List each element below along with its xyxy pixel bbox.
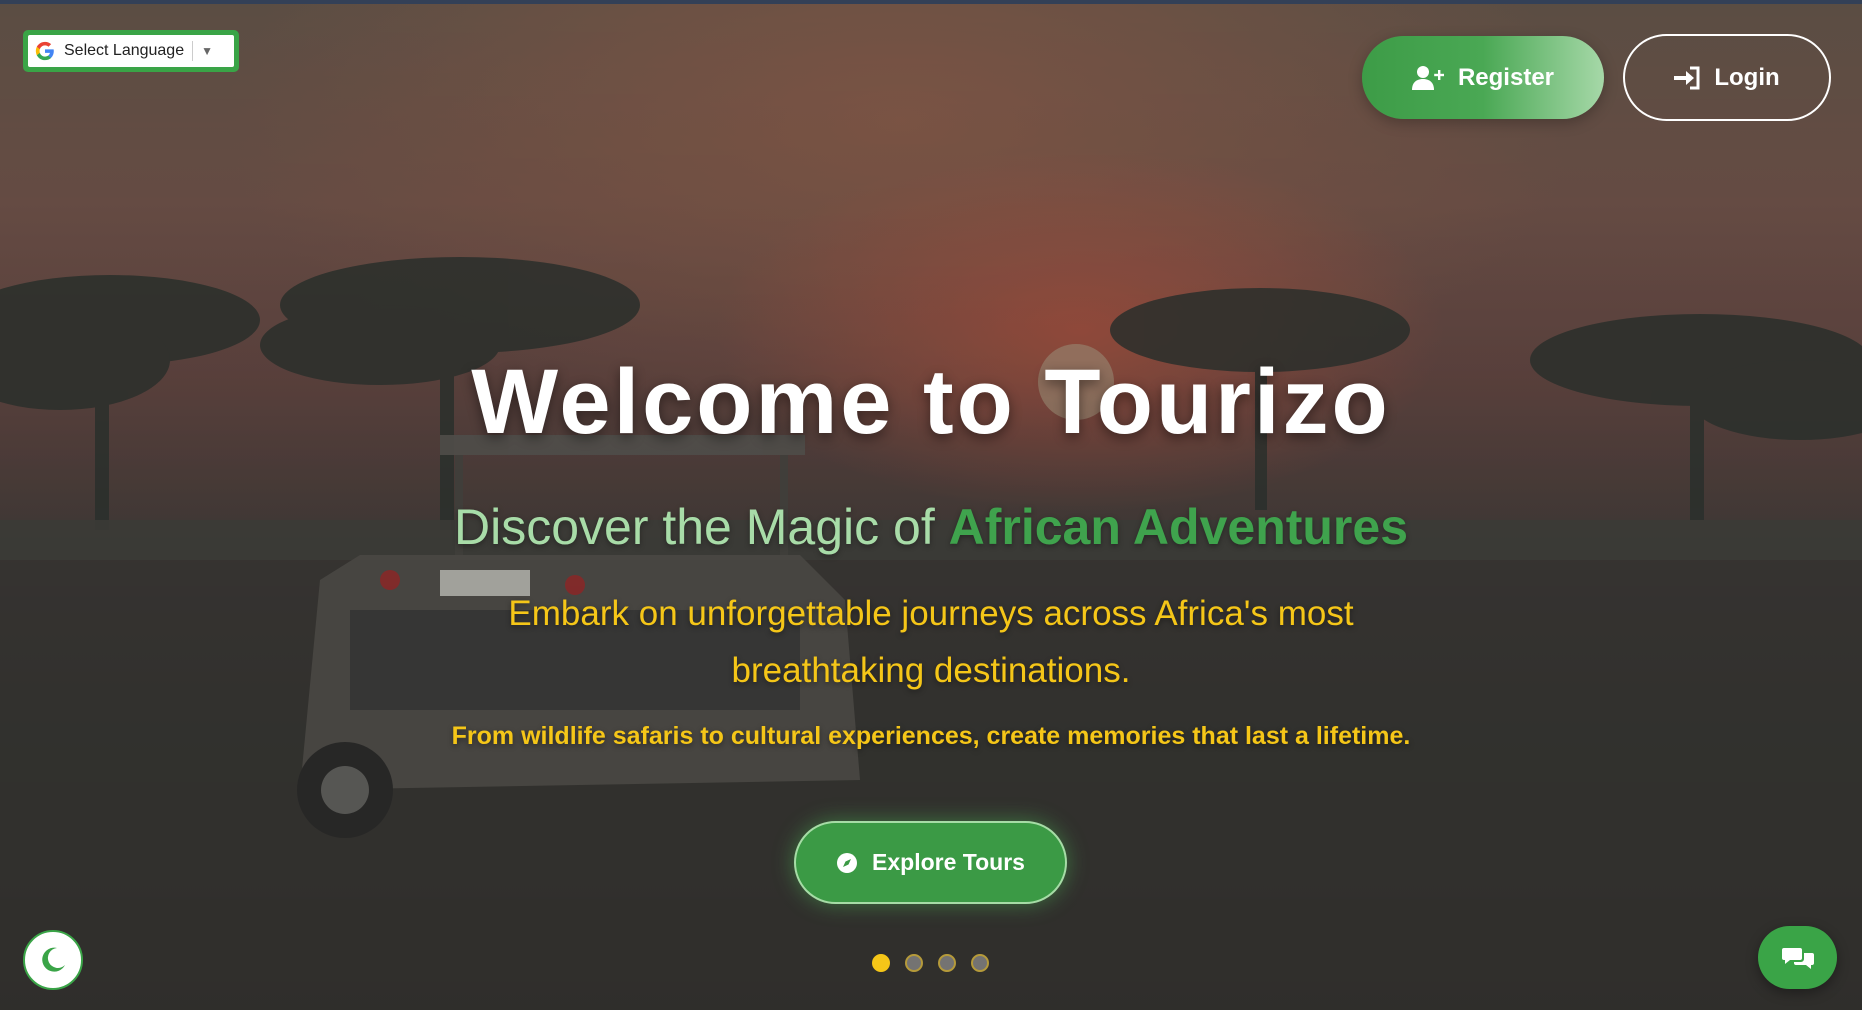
register-button[interactable]: Register [1362, 36, 1604, 119]
subtitle-accent: African Adventures [948, 499, 1408, 555]
compass-icon [837, 852, 858, 873]
carousel-indicators [872, 954, 989, 972]
language-label: Select Language [64, 42, 185, 59]
explore-tours-button[interactable]: Explore Tours [794, 821, 1067, 904]
explore-tours-label: Explore Tours [872, 849, 1025, 875]
hero-lead: Embark on unforgettable journeys across … [508, 594, 1354, 690]
language-selector[interactable]: Select Language ▼ [23, 30, 239, 72]
moon-icon [42, 947, 65, 972]
chat-icon [1781, 947, 1814, 969]
chat-button[interactable] [1758, 926, 1837, 989]
theme-toggle-button[interactable] [23, 930, 83, 990]
carousel-dot[interactable] [971, 954, 989, 972]
divider [192, 41, 194, 61]
carousel-dot[interactable] [938, 954, 956, 972]
sign-in-icon [1674, 66, 1700, 89]
carousel-dot[interactable] [905, 954, 923, 972]
subtitle-prefix: Discover the Magic of [453, 499, 949, 555]
user-plus-icon [1411, 65, 1444, 90]
register-label: Register [1457, 63, 1555, 91]
page-title: Welcome to Tourizo [471, 351, 1391, 453]
google-icon [35, 41, 54, 61]
hero-tagline: From wildlife safaris to cultural experi… [451, 722, 1411, 750]
hero-subtitle: Discover the Magic of African Adventures [0, 498, 1862, 556]
chevron-down-icon: ▼ [201, 44, 213, 58]
login-button[interactable]: Login [1623, 34, 1831, 121]
login-label: Login [1714, 63, 1780, 91]
carousel-dot[interactable] [872, 954, 890, 972]
